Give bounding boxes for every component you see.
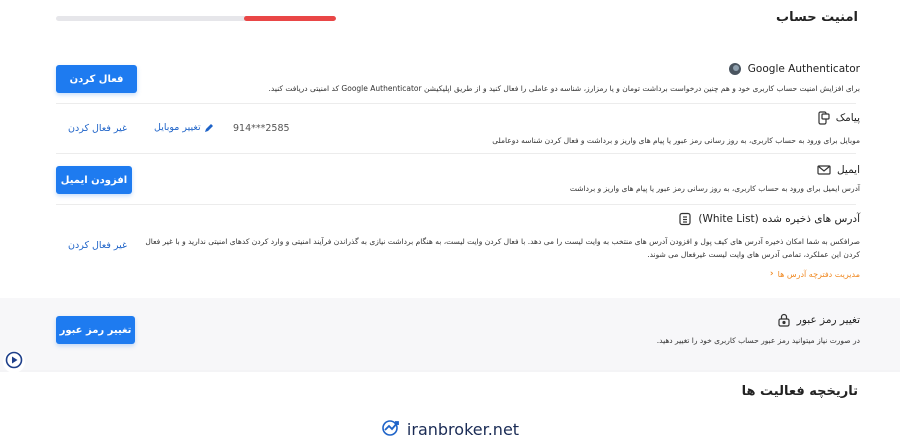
change-password-card: تغییر رمز عبور در صورت نیاز میتوانید رمز… <box>0 298 900 370</box>
divider <box>56 103 856 104</box>
sms-title: پیامک <box>835 112 860 124</box>
whitelist-description-2: کردن این عملکرد، تمامی آدرس های وایت لیس… <box>647 250 860 259</box>
pencil-icon <box>204 123 214 133</box>
brand-logo-icon <box>381 418 401 439</box>
security-settings-card: Google Authenticator برای افزایش امنیت ح… <box>0 42 900 298</box>
google-auth-header: Google Authenticator <box>728 62 860 76</box>
change-mobile-label: تغییر موبایل <box>154 122 201 133</box>
deactivate-sms-link[interactable]: غیر فعال کردن <box>68 123 127 134</box>
security-level-fill <box>243 16 336 21</box>
security-level-bar <box>56 16 336 21</box>
change-mobile-link[interactable]: تغییر موبایل <box>154 122 214 133</box>
floating-play-button[interactable] <box>3 351 25 373</box>
divider <box>56 153 856 154</box>
page-title: امنیت حساب <box>776 10 858 25</box>
sms-phone-icon <box>816 111 830 125</box>
google-authenticator-icon <box>728 62 742 76</box>
brand-name: iranbroker.net <box>406 419 520 439</box>
whitelist-title: آدرس های ذخیره شده (White List) <box>698 213 860 225</box>
address-book-icon <box>678 212 692 226</box>
manage-address-book-label: مدیریت دفترچه آدرس ها <box>777 269 860 279</box>
password-header: تغییر رمز عبور <box>777 313 860 327</box>
add-email-button[interactable]: افزودن ایمیل <box>56 166 132 194</box>
deactivate-whitelist-link[interactable]: غیر فعال کردن <box>68 240 127 251</box>
chevron-left-icon: ‹ <box>769 269 774 279</box>
manage-address-book-link[interactable]: مدیریت دفترچه آدرس ها ‹ <box>770 269 860 279</box>
sms-header: پیامک <box>816 111 860 125</box>
sms-description: موبایل برای ورود به حساب کاربری، به روز … <box>492 136 860 145</box>
activate-google-auth-button[interactable]: فعال کردن <box>56 65 137 93</box>
email-title: ایمیل <box>836 164 860 176</box>
password-title: تغییر رمز عبور <box>796 314 860 326</box>
play-icon <box>5 351 23 373</box>
whitelist-header: آدرس های ذخیره شده (White List) <box>678 212 860 226</box>
activity-history-title: تاریخچه فعالیت ها <box>741 384 858 399</box>
password-description: در صورت نیاز میتوانید رمز عبور حساب کارب… <box>656 336 860 345</box>
email-description: آدرس ایمیل برای ورود به حساب کاربری، به … <box>569 184 860 193</box>
brand-watermark: iranbroker.net <box>0 418 900 439</box>
masked-phone-number: 914***2585 <box>233 123 290 134</box>
envelope-icon <box>817 163 831 177</box>
security-header-card: امنیت حساب <box>0 0 900 42</box>
activity-history-card: تاریخچه فعالیت ها <box>0 372 900 414</box>
lock-icon <box>777 313 791 327</box>
change-password-button[interactable]: تغییر رمز عبور <box>56 316 135 344</box>
google-auth-description: برای افزایش امنیت حساب کاربری خود و هم چ… <box>268 84 860 93</box>
email-header: ایمیل <box>817 163 860 177</box>
whitelist-description: صرافکس به شما امکان ذخیره آدرس های کیف پ… <box>145 237 860 246</box>
divider <box>56 204 856 205</box>
google-auth-title: Google Authenticator <box>747 63 860 75</box>
